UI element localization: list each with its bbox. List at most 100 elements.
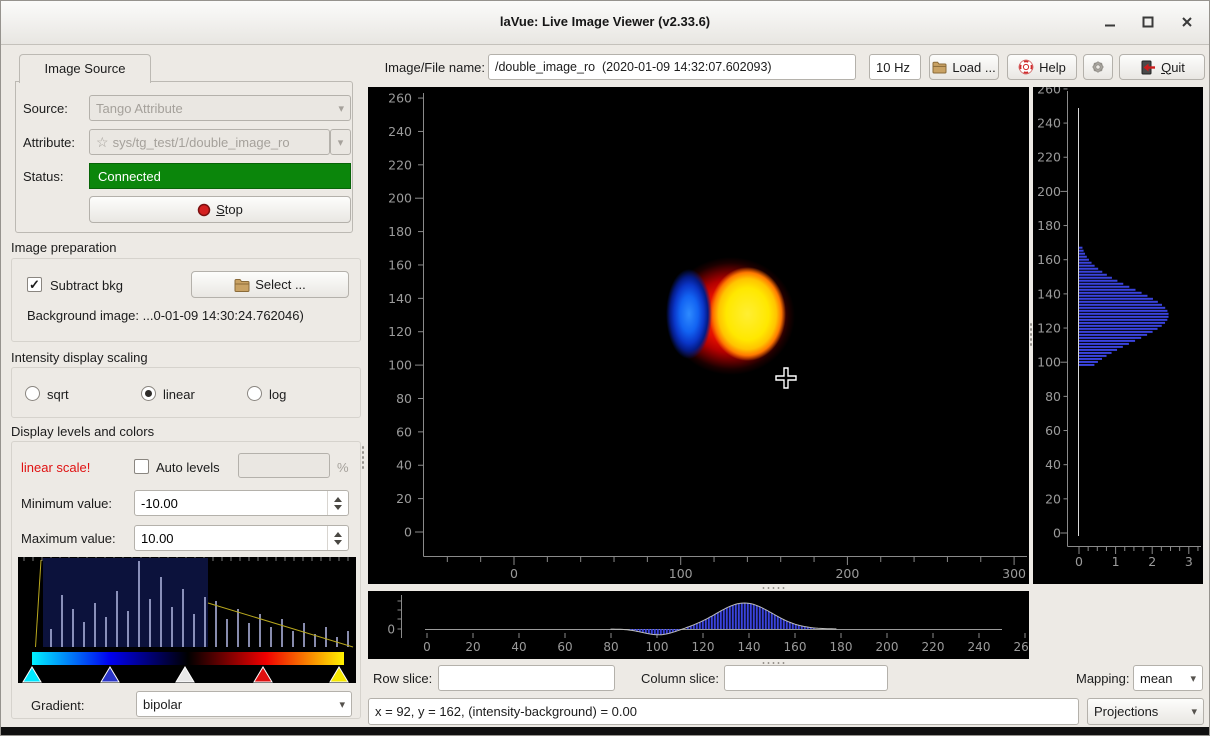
splitter-handle[interactable] — [361, 445, 365, 471]
radio-log[interactable] — [247, 386, 262, 401]
spin-up-icon[interactable] — [334, 497, 342, 502]
settings-button[interactable] — [1083, 54, 1113, 80]
pixel-info-field[interactable]: x = 92, y = 162, (intensity-background) … — [368, 698, 1079, 725]
chevron-down-icon: ▾ — [338, 136, 344, 149]
status-value: Connected — [98, 169, 161, 184]
subtract-bkg-label: Subtract bkg — [50, 278, 123, 293]
mapping-combo[interactable]: mean ▾ — [1133, 665, 1203, 691]
minimize-button[interactable] — [1099, 13, 1121, 31]
svg-text:40: 40 — [396, 458, 412, 473]
stop-button-label: Stop — [216, 202, 243, 217]
quit-button[interactable]: Quit — [1119, 54, 1205, 80]
spin-up-icon[interactable] — [334, 532, 342, 537]
row-projection-canvas: 0204060801001201401601802002202402600123 — [1033, 87, 1203, 584]
load-button-label: Load ... — [952, 60, 995, 75]
svg-text:140: 140 — [1037, 286, 1061, 301]
auto-levels-percent-input[interactable] — [238, 453, 330, 478]
help-button[interactable]: Help — [1007, 54, 1077, 80]
spin-buttons[interactable] — [327, 491, 348, 515]
svg-text:0: 0 — [404, 525, 412, 540]
svg-text:220: 220 — [388, 157, 412, 172]
refresh-rate-value: 10 Hz — [876, 60, 910, 75]
svg-text:120: 120 — [1037, 321, 1061, 336]
attribute-combo[interactable]: ☆ sys/tg_test/1/double_image_ro — [89, 129, 330, 155]
source-combo[interactable]: Tango Attribute ▾ — [89, 95, 351, 121]
svg-text:300: 300 — [1002, 566, 1026, 581]
spin-down-icon[interactable] — [334, 505, 342, 510]
image-blob-positive — [709, 267, 786, 360]
minimum-value-spinbox[interactable] — [134, 490, 349, 516]
svg-text:3: 3 — [1185, 554, 1193, 569]
status-label: Status: — [23, 169, 63, 184]
spin-down-icon[interactable] — [334, 540, 342, 545]
svg-text:0: 0 — [1075, 554, 1083, 569]
svg-text:100: 100 — [388, 358, 412, 373]
radio-sqrt[interactable] — [25, 386, 40, 401]
svg-text:20: 20 — [1045, 491, 1061, 506]
svg-text:40: 40 — [511, 640, 526, 654]
mapping-label: Mapping: — [1076, 671, 1129, 686]
title-bar[interactable]: laVue: Live Image Viewer (v2.33.6) — [1, 1, 1209, 45]
maximum-value-spinbox[interactable] — [134, 525, 349, 551]
svg-text:240: 240 — [1037, 116, 1061, 131]
attribute-dropdown-button[interactable]: ▾ — [330, 129, 351, 155]
svg-text:220: 220 — [1037, 150, 1061, 165]
radio-log-label: log — [269, 387, 286, 402]
lavue-window: laVue: Live Image Viewer (v2.33.6) Image… — [0, 0, 1210, 736]
svg-text:60: 60 — [1045, 423, 1061, 438]
chevron-down-icon: ▾ — [1190, 672, 1196, 685]
refresh-rate-field[interactable]: 10 Hz — [869, 54, 921, 80]
column-slice-label: Column slice: — [641, 671, 719, 686]
svg-text:0: 0 — [1053, 526, 1061, 541]
minimum-value-input[interactable] — [135, 491, 327, 515]
maximize-icon — [1142, 16, 1154, 28]
row-projection-plot[interactable]: 0204060801001201401601802002202402600123 — [1033, 87, 1203, 584]
svg-text:120: 120 — [692, 640, 715, 654]
auto-levels-checkbox[interactable] — [134, 459, 149, 474]
svg-text:80: 80 — [396, 391, 412, 406]
star-icon: ☆ — [96, 134, 109, 151]
maximize-button[interactable] — [1137, 13, 1159, 31]
splitter-handle[interactable] — [761, 586, 787, 590]
status-badge: Connected — [89, 163, 351, 189]
image-file-name-input[interactable] — [488, 54, 856, 80]
svg-text:20: 20 — [396, 491, 412, 506]
svg-text:120: 120 — [388, 324, 412, 339]
maximum-value-input[interactable] — [135, 526, 327, 550]
projections-combo[interactable]: Projections ▾ — [1087, 698, 1204, 725]
svg-text:100: 100 — [669, 566, 693, 581]
svg-text:1: 1 — [1112, 554, 1120, 569]
svg-text:220: 220 — [922, 640, 945, 654]
subtract-bkg-checkbox[interactable]: ✓ — [27, 277, 42, 292]
mapping-value: mean — [1140, 671, 1173, 686]
load-button[interactable]: Load ... — [929, 54, 999, 80]
svg-text:240: 240 — [968, 640, 991, 654]
svg-text:60: 60 — [557, 640, 572, 654]
quit-icon — [1139, 60, 1156, 75]
svg-text:100: 100 — [646, 640, 669, 654]
column-projection-plot[interactable]: 0020406080100120140160180200220240260 — [368, 591, 1029, 659]
image-blob-negative — [666, 269, 713, 359]
row-slice-input[interactable] — [438, 665, 615, 691]
svg-text:180: 180 — [830, 640, 853, 654]
check-icon: ✓ — [29, 278, 40, 291]
source-value: Tango Attribute — [96, 101, 183, 116]
intensity-histogram-widget[interactable] — [18, 557, 356, 683]
gradient-combo[interactable]: bipolar ▾ — [136, 691, 352, 717]
main-image-plot[interactable]: 0204060801001201401601802002202402600100… — [368, 87, 1029, 584]
svg-text:260: 260 — [388, 91, 412, 106]
column-slice-input[interactable] — [724, 665, 888, 691]
svg-text:260: 260 — [1014, 640, 1029, 654]
help-button-label: Help — [1039, 60, 1066, 75]
intensity-scaling-title: Intensity display scaling — [11, 350, 148, 365]
gear-icon — [1090, 59, 1106, 75]
radio-linear[interactable] — [141, 386, 156, 401]
close-button[interactable] — [1176, 13, 1198, 31]
stop-button[interactable]: Stop — [89, 196, 351, 223]
spin-buttons[interactable] — [327, 526, 348, 550]
stop-icon — [197, 203, 211, 217]
chevron-down-icon: ▾ — [338, 102, 344, 115]
folder-icon — [234, 278, 250, 292]
tab-image-source[interactable]: Image Source — [19, 54, 151, 83]
select-background-button[interactable]: Select ... — [191, 271, 349, 298]
